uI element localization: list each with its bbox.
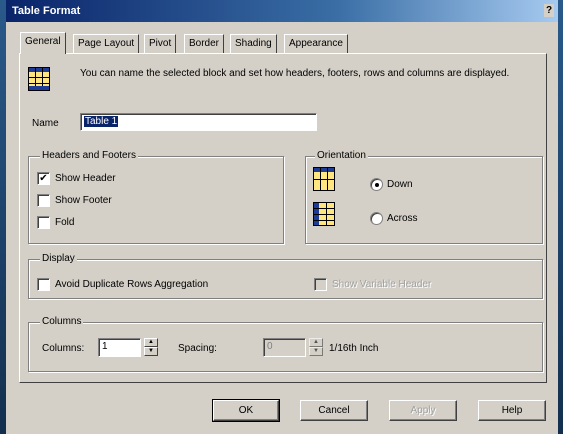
table-icon (28, 67, 50, 91)
columns-spinner[interactable]: ▲ ▼ (144, 338, 158, 356)
spin-up-icon: ▲ (309, 338, 323, 347)
general-tab-panel: You can name the selected block and set … (19, 53, 547, 383)
columns-legend: Columns (40, 316, 84, 327)
spacing-label: Spacing: (178, 343, 217, 354)
show-footer-label[interactable]: Show Footer (55, 195, 112, 206)
name-field-value: Table 1 (84, 116, 119, 127)
spin-up-icon[interactable]: ▲ (144, 338, 158, 347)
show-footer-checkbox[interactable] (37, 194, 50, 207)
down-label[interactable]: Down (387, 179, 413, 190)
spacing-unit-label: 1/16th Inch (329, 343, 379, 354)
avoid-duplicate-checkbox[interactable] (37, 278, 50, 291)
headers-footers-legend: Headers and Footers (40, 150, 138, 161)
spacing-input: 0 (263, 338, 306, 357)
columns-input[interactable]: 1 (98, 338, 141, 357)
rows-across-icon (313, 202, 335, 226)
help-button[interactable]: Help (478, 400, 546, 421)
down-radio[interactable] (370, 178, 383, 191)
fold-label[interactable]: Fold (55, 217, 74, 228)
columns-down-icon (313, 167, 335, 191)
radio-dot-icon (375, 183, 379, 187)
checkmark-icon: ✔ (39, 173, 48, 184)
intro-text: You can name the selected block and set … (80, 68, 510, 79)
spin-down-icon: ▼ (309, 347, 323, 356)
name-label: Name (32, 118, 59, 129)
cancel-button[interactable]: Cancel (300, 400, 368, 421)
display-legend: Display (40, 253, 77, 264)
window-title: Table Format (12, 5, 81, 17)
help-title-button[interactable]: ? (544, 4, 554, 17)
table-format-dialog: Table Format ? General Page Layout Pivot… (6, 0, 558, 434)
tab-border[interactable]: Border (184, 34, 225, 53)
fold-checkbox[interactable] (37, 216, 50, 229)
show-header-label[interactable]: Show Header (55, 173, 116, 184)
across-radio[interactable] (370, 212, 383, 225)
tab-general[interactable]: General (20, 32, 66, 54)
tab-appearance[interactable]: Appearance (284, 34, 348, 53)
tab-pivot[interactable]: Pivot (144, 34, 177, 53)
spacing-spinner: ▲ ▼ (309, 338, 323, 356)
spin-down-icon[interactable]: ▼ (144, 347, 158, 356)
name-field[interactable]: Table 1 (80, 113, 317, 131)
show-variable-header-checkbox (314, 278, 327, 291)
avoid-duplicate-label[interactable]: Avoid Duplicate Rows Aggregation (55, 279, 208, 290)
show-variable-header-label: Show Variable Header (332, 279, 432, 290)
orientation-group (305, 156, 543, 244)
title-bar[interactable]: Table Format ? (6, 0, 558, 22)
orientation-legend: Orientation (315, 150, 368, 161)
columns-label: Columns: (42, 343, 85, 354)
tab-shading[interactable]: Shading (230, 34, 277, 53)
show-header-checkbox[interactable]: ✔ (37, 172, 50, 185)
apply-button: Apply (389, 400, 457, 421)
across-label[interactable]: Across (387, 213, 418, 224)
ok-button[interactable]: OK (212, 399, 280, 422)
tab-page-layout[interactable]: Page Layout (73, 34, 140, 53)
